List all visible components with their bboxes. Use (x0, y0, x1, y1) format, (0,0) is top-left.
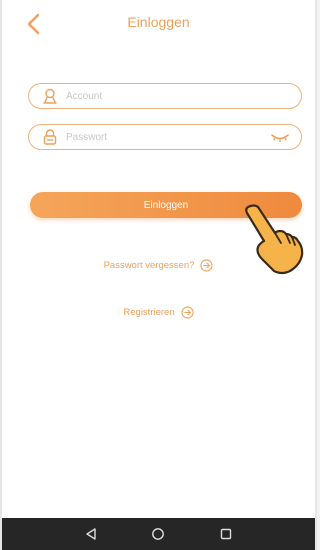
register-link[interactable]: Registrieren (2, 306, 315, 319)
password-input[interactable] (66, 131, 269, 143)
login-screen: Einloggen Einloggen Pa (0, 0, 317, 550)
password-field[interactable] (28, 124, 302, 150)
pointing-hand-icon (245, 204, 304, 275)
page-title: Einloggen (127, 14, 190, 30)
account-field[interactable] (28, 83, 302, 109)
eye-closed-icon[interactable] (269, 130, 291, 144)
nav-recents-icon[interactable] (218, 526, 234, 542)
header: Einloggen (2, 0, 315, 44)
nav-back-icon[interactable] (83, 526, 99, 542)
user-icon (40, 86, 60, 106)
forgot-password-label: Passwort vergessen? (103, 260, 195, 271)
lock-icon (40, 127, 60, 147)
android-nav-bar (2, 518, 315, 550)
nav-home-icon[interactable] (150, 526, 166, 542)
account-input[interactable] (66, 90, 301, 102)
register-label: Registrieren (123, 307, 175, 318)
arrow-circle-right-icon (181, 306, 194, 319)
arrow-circle-right-icon (200, 259, 213, 272)
